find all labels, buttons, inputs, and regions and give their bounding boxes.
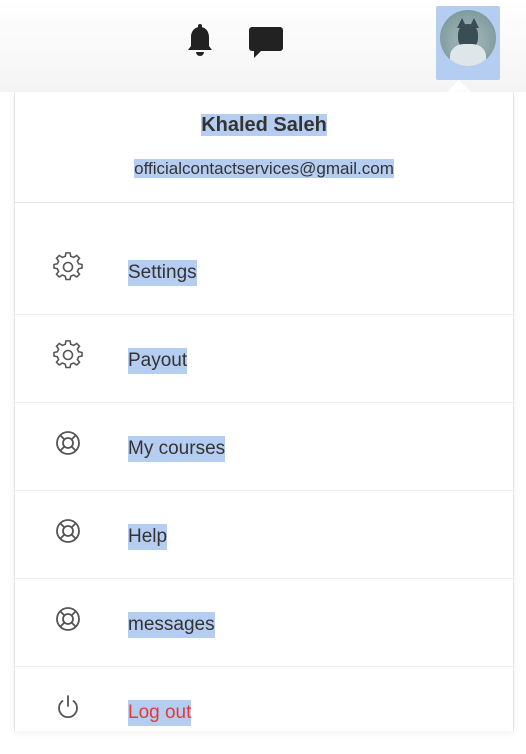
- power-icon: [58, 695, 78, 719]
- menu-item-label: Payout: [128, 348, 188, 374]
- menu-item-logout[interactable]: Log out: [15, 666, 513, 754]
- menu-item-help[interactable]: Help: [15, 490, 513, 579]
- menu-item-my-courses[interactable]: My courses: [15, 402, 513, 491]
- menu-item-label: Help: [128, 524, 168, 550]
- menu-item-label: Settings: [128, 260, 197, 286]
- bell-icon[interactable]: [184, 24, 216, 60]
- menu-item-label: messages: [128, 612, 215, 638]
- profile-header: Khaled Saleh officialcontactservices@gma…: [15, 92, 513, 203]
- gear-icon: [53, 252, 83, 281]
- profile-dropdown: Khaled Saleh officialcontactservices@gma…: [14, 92, 514, 731]
- lifebuoy-icon: [56, 607, 80, 631]
- chat-icon[interactable]: [247, 24, 285, 60]
- menu-item-label: Log out: [128, 700, 192, 726]
- menu-item-settings[interactable]: Settings: [15, 226, 513, 315]
- profile-email: officialcontactservices@gmail.com: [134, 159, 394, 178]
- top-bar: [0, 0, 526, 92]
- menu-item-messages[interactable]: messages: [15, 578, 513, 667]
- gear-icon: [53, 340, 83, 369]
- lifebuoy-icon: [56, 431, 80, 455]
- menu-item-label: My courses: [128, 436, 226, 462]
- avatar: [440, 10, 496, 66]
- dropdown-caret: [447, 80, 471, 92]
- menu-item-payout[interactable]: Payout: [15, 314, 513, 403]
- lifebuoy-icon: [56, 519, 80, 543]
- profile-name: Khaled Saleh: [201, 114, 327, 136]
- avatar-button[interactable]: [436, 6, 500, 80]
